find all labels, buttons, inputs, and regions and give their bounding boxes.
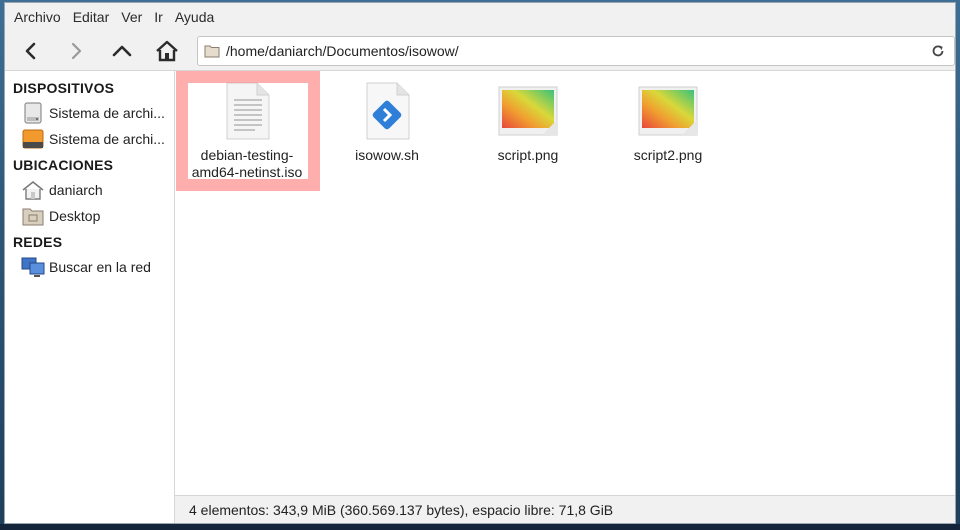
- sidebar-item-label: Sistema de archi...: [49, 105, 165, 121]
- file-name: script.png: [498, 147, 559, 164]
- image-thumbnail-icon: [638, 81, 698, 141]
- home-folder-icon: [21, 179, 45, 201]
- content-area: debian-testing- amd64-netinst.iso isowow…: [175, 71, 955, 523]
- sidebar-section-places: UBICACIONES: [13, 157, 114, 173]
- menu-archivo[interactable]: Archivo: [9, 9, 66, 25]
- script-file-icon: [357, 81, 417, 141]
- file-item-script2-png[interactable]: script2.png: [598, 81, 738, 164]
- toolbar: /home/daniarch/Documentos/isowow/: [5, 31, 955, 71]
- selection-highlight: [176, 71, 320, 191]
- sidebar-item-label: Sistema de archi...: [49, 131, 165, 147]
- location-path[interactable]: /home/daniarch/Documentos/isowow/: [226, 43, 926, 59]
- reload-icon: [932, 45, 944, 56]
- location-bar[interactable]: /home/daniarch/Documentos/isowow/: [197, 35, 955, 66]
- sidebar-item-label: daniarch: [49, 182, 103, 198]
- chevron-right-icon: [72, 42, 82, 59]
- menu-editar[interactable]: Editar: [68, 9, 115, 25]
- status-bar: 4 elementos: 343,9 MiB (360.569.137 byte…: [175, 495, 955, 523]
- file-name: script2.png: [634, 147, 702, 164]
- image-thumbnail-icon: [498, 81, 558, 141]
- sidebar: DISPOSITIVOS Sistema de archi... Sistema…: [5, 71, 175, 523]
- file-manager-window: Archivo Editar Ver Ir Ayuda /home/daniar…: [4, 2, 956, 524]
- file-item-script-png[interactable]: script.png: [458, 81, 598, 164]
- sidebar-section-devices: DISPOSITIVOS: [13, 80, 115, 96]
- sidebar-item-label: Desktop: [49, 208, 101, 224]
- file-name-line-1: script.png: [497, 147, 559, 163]
- main-area: DISPOSITIVOS Sistema de archi... Sistema…: [5, 71, 955, 523]
- menu-ir[interactable]: Ir: [149, 9, 168, 25]
- sidebar-item-label: Buscar en la red: [49, 259, 151, 275]
- network-icon: [21, 256, 45, 278]
- desktop-panel: [0, 524, 960, 530]
- reload-button[interactable]: [926, 39, 950, 63]
- up-button[interactable]: [104, 35, 140, 67]
- file-name-line-1: script2.png: [633, 147, 703, 163]
- folder-icon: [204, 45, 220, 57]
- sidebar-item-network[interactable]: Buscar en la red: [5, 254, 174, 280]
- menu-ver[interactable]: Ver: [116, 9, 147, 25]
- sidebar-item-filesystem-2[interactable]: Sistema de archi...: [5, 126, 174, 152]
- file-view: debian-testing- amd64-netinst.iso isowow…: [175, 71, 955, 495]
- sidebar-item-filesystem-1[interactable]: Sistema de archi...: [5, 100, 174, 126]
- chevron-up-icon: [112, 45, 132, 56]
- file-item-isowow-sh[interactable]: isowow.sh: [317, 81, 457, 164]
- home-button[interactable]: [150, 35, 186, 67]
- sidebar-section-networks: REDES: [13, 234, 63, 250]
- home-icon: [156, 40, 179, 61]
- sidebar-item-desktop[interactable]: Desktop: [5, 203, 174, 229]
- chevron-left-icon: [25, 42, 36, 59]
- menu-bar: Archivo Editar Ver Ir Ayuda: [5, 3, 955, 31]
- file-name-line-1: isowow.sh: [355, 147, 419, 163]
- sidebar-item-home[interactable]: daniarch: [5, 177, 174, 203]
- file-name: isowow.sh: [355, 147, 419, 164]
- orange-drive-icon: [21, 128, 45, 150]
- back-button[interactable]: [13, 35, 49, 67]
- status-text: 4 elementos: 343,9 MiB (360.569.137 byte…: [189, 501, 614, 518]
- forward-button[interactable]: [59, 35, 95, 67]
- menu-ayuda[interactable]: Ayuda: [170, 9, 219, 25]
- disk-drive-icon: [21, 102, 45, 124]
- desktop-folder-icon: [21, 205, 45, 227]
